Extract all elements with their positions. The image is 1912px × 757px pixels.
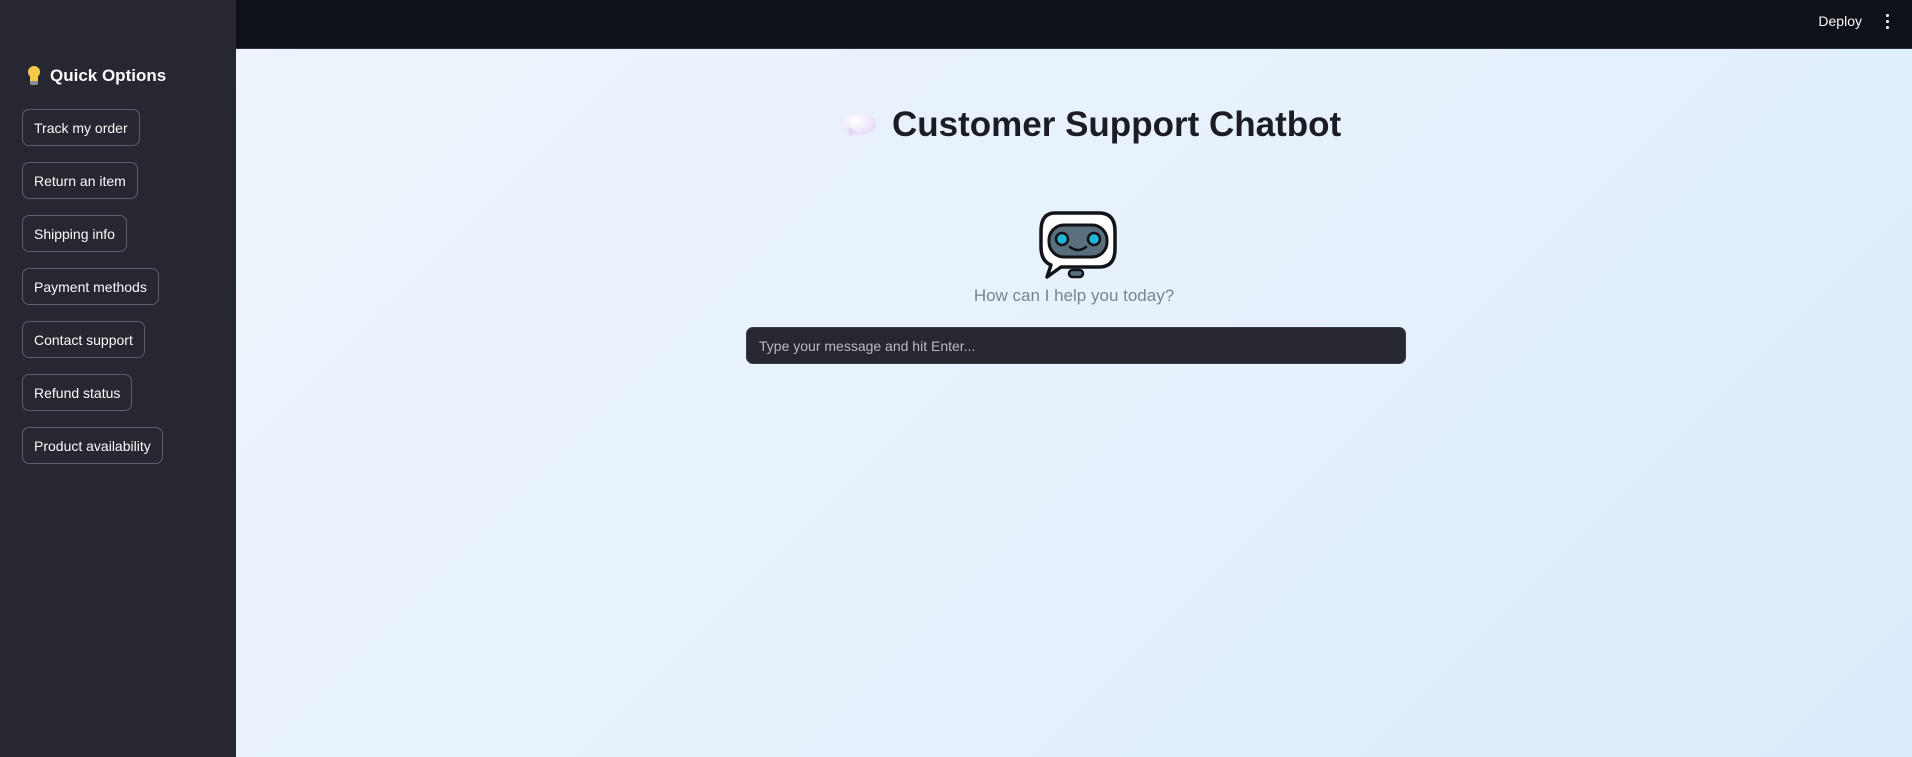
quick-option-refund-status[interactable]: Refund status xyxy=(22,374,133,411)
sidebar-header: Quick Options xyxy=(26,66,166,86)
quick-option-contact-support[interactable]: Contact support xyxy=(22,321,145,358)
quick-option-track-order[interactable]: Track my order xyxy=(22,109,140,146)
quick-option-shipping-info[interactable]: Shipping info xyxy=(22,215,127,252)
chat-message-input[interactable] xyxy=(746,327,1406,364)
top-header: Deploy xyxy=(0,0,1912,49)
quick-options-list: Track my order Return an item Shipping i… xyxy=(22,109,163,464)
quick-option-product-availability[interactable]: Product availability xyxy=(22,427,163,464)
title-row: Customer Support Chatbot xyxy=(842,105,1341,145)
speech-bubble-icon xyxy=(842,111,878,139)
deploy-button[interactable]: Deploy xyxy=(1818,12,1862,30)
page-title: Customer Support Chatbot xyxy=(892,105,1342,144)
robot-icon xyxy=(1037,209,1117,281)
kebab-menu-icon[interactable] xyxy=(1880,11,1894,31)
lightbulb-icon xyxy=(26,66,42,86)
quick-option-payment-methods[interactable]: Payment methods xyxy=(22,268,159,305)
main-content: Customer Support Chatbot How can I help … xyxy=(236,49,1912,757)
help-prompt: How can I help you today? xyxy=(973,286,1175,305)
sidebar: Quick Options Track my order Return an i… xyxy=(0,0,236,757)
sidebar-title: Quick Options xyxy=(50,66,167,85)
quick-option-return-item[interactable]: Return an item xyxy=(22,162,138,199)
app-window: Deploy Quick Options Track my order Retu… xyxy=(0,0,1912,757)
